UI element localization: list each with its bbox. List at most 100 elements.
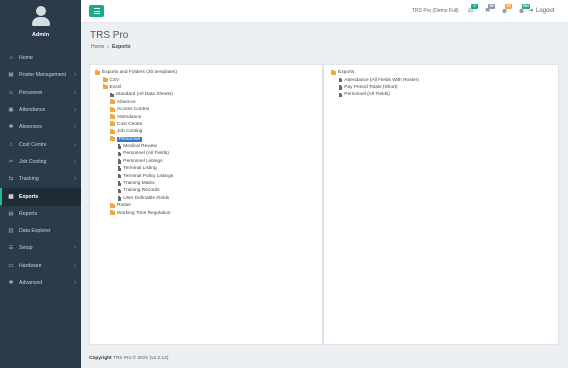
- tree-label: Attendance (All Fields With Roster): [344, 77, 419, 83]
- file-icon: [117, 173, 122, 179]
- profile-name: Admin: [31, 32, 50, 38]
- footer-text: TRS Pro © 2021 (v2.2.13): [112, 356, 169, 361]
- tree-label: Cost Centre: [117, 121, 143, 127]
- tree-item[interactable]: Personnel (All Fields): [326, 91, 558, 98]
- file-icon: [117, 181, 122, 186]
- tree-label: Excel: [109, 84, 122, 90]
- notification-badge: 35: [505, 4, 512, 9]
- chevron-left-icon: ‹: [74, 280, 76, 286]
- tree-label: CSV: [109, 77, 120, 83]
- sidebar-item-label: Attendance: [19, 107, 46, 114]
- tag-icon: ⇆: [8, 176, 14, 183]
- sidebar-item-job-costing[interactable]: ✂ Job Costing ‹: [0, 154, 81, 172]
- logout-button[interactable]: ⇥ Logout: [528, 7, 555, 15]
- home-icon: ⌂: [9, 55, 13, 62]
- tree-label: Training Records: [123, 188, 160, 194]
- tree-folder[interactable]: Excel: [90, 84, 322, 91]
- sidebar-item-label: Data Explorer: [19, 228, 51, 235]
- sidebar-item-advanced[interactable]: ✱ Advanced ‹: [0, 275, 81, 293]
- file-icon: [117, 196, 122, 201]
- exports-panel: Exports and Folders (30 templates) CSV Exc…: [89, 64, 559, 345]
- sidebar: Admin ⌂ Home ▦ Roster Management ‹ ☺ Personnel…: [0, 0, 81, 368]
- tree-label: Terminal Listing: [123, 166, 157, 172]
- tree-item[interactable]: Training Matrix: [90, 180, 322, 187]
- company-name: TRS Pro (Demo Full): [412, 8, 459, 14]
- tree-label: Terminal Policy Listings: [123, 173, 174, 179]
- tree-folder[interactable]: Job Costing: [90, 128, 322, 135]
- sidebar-nav: ⌂ Home ▦ Roster Management ‹ ☺ Personnel ‹ ▣ Atte…: [0, 50, 81, 293]
- notification-badge: 38: [488, 4, 495, 9]
- breadcrumb-separator: ›: [107, 44, 110, 50]
- tree-folder[interactable]: Roster: [90, 202, 322, 209]
- folder-icon: [102, 84, 108, 90]
- breadcrumb-home[interactable]: Home: [91, 44, 104, 50]
- tree-label: Training Matrix: [123, 181, 155, 187]
- gear-icon: ✱: [8, 280, 14, 286]
- tree-label: Medical Review: [123, 144, 157, 150]
- tree-item[interactable]: Terminal Listing: [90, 165, 322, 172]
- tree-folder[interactable]: Personnel: [90, 136, 322, 143]
- sidebar-item-label: Job Costing: [19, 158, 47, 165]
- tree-item[interactable]: Personnel Listings: [90, 158, 322, 165]
- sidebar-item-setup[interactable]: ☰ Setup ‹: [0, 240, 81, 258]
- report-icon: ▤: [8, 210, 14, 217]
- tree-label: Pay Period Totals (Short): [344, 84, 398, 90]
- file-icon: [338, 92, 343, 98]
- tree-item[interactable]: Standard (All Data Sheets): [90, 91, 322, 98]
- file-icon: [117, 159, 122, 164]
- sidebar-item-label: Reports: [19, 210, 38, 217]
- sidebar-item-cost-centre[interactable]: ⌂ Cost Centre ‹: [0, 136, 81, 154]
- sidebar-item-personnel[interactable]: ☺ Personnel ‹: [0, 85, 81, 102]
- tree-folder[interactable]: Access Control: [90, 106, 322, 113]
- sidebar-item-label: Cost Centre: [19, 141, 47, 148]
- tree-label: Personnel (All Fields): [123, 151, 169, 157]
- chevron-left-icon: ‹: [74, 89, 76, 96]
- tree-label: Working Time Regulation: [117, 210, 171, 216]
- sidebar-item-data-explorer[interactable]: ▥ Data Explorer: [0, 223, 81, 241]
- tree-item[interactable]: Attendance (All Fields With Roster): [326, 76, 558, 83]
- sidebar-item-roster-management[interactable]: ▦ Roster Management ‹: [0, 67, 81, 85]
- avatar[interactable]: [31, 6, 51, 26]
- footer-copyright: Copyright: [89, 356, 112, 361]
- tree-item[interactable]: Personnel (All Fields): [90, 150, 322, 157]
- sidebar-item-reports[interactable]: ▤ Reports: [0, 206, 81, 223]
- briefcase-icon: ▣: [8, 107, 14, 114]
- footer: Copyright TRS Pro © 2021 (v2.2.13): [89, 356, 168, 361]
- users-icon: ☺: [8, 89, 14, 96]
- sidebar-item-label: Home: [19, 55, 33, 62]
- folder-icon: [110, 202, 115, 208]
- tree-folder[interactable]: Exports: [326, 69, 558, 76]
- tree-item[interactable]: Terminal Policy Listings: [90, 172, 322, 179]
- tree-item[interactable]: User Definable Fields: [90, 195, 322, 202]
- top-bar: TRS Pro (Demo Full) ✉ 0 ⚑ 38 ☻ 35 ☻ 594 ⇥ Logou…: [81, 0, 568, 23]
- tree-label: Roster: [117, 203, 132, 209]
- sidebar-item-label: Exports: [19, 193, 39, 200]
- tree-folder[interactable]: Absence: [90, 99, 322, 106]
- sidebar-item-home[interactable]: ⌂ Home: [0, 50, 81, 68]
- folder-icon: [110, 106, 115, 112]
- sidebar-item-tracking[interactable]: ⇆ Tracking ‹: [0, 171, 81, 189]
- file-icon: [338, 85, 343, 90]
- tree-folder[interactable]: Exports and Folders (30 templates): [90, 69, 322, 76]
- sidebar-item-absences[interactable]: ✱ Absences ‹: [0, 119, 81, 137]
- logout-label: Logout: [536, 7, 555, 14]
- chevron-left-icon: ‹: [74, 72, 76, 79]
- sidebar-item-hardware[interactable]: ▭ Hardware ‹: [0, 258, 81, 275]
- file-icon: ▤: [8, 193, 14, 200]
- chevron-left-icon: ‹: [74, 262, 76, 269]
- sidebar-item-label: Setup: [19, 245, 33, 252]
- tree-item[interactable]: Training Records: [90, 187, 322, 194]
- tools-icon: ✂: [8, 158, 14, 165]
- sidebar-item-exports[interactable]: ▤ Exports: [0, 188, 81, 206]
- tree-item[interactable]: Pay Period Totals (Short): [326, 84, 558, 91]
- tree-folder[interactable]: Attendance: [90, 113, 322, 120]
- tree-item[interactable]: Medical Review: [90, 143, 322, 150]
- tree-folder[interactable]: Cost Centre: [90, 121, 322, 128]
- chevron-left-icon: ‹: [74, 176, 76, 183]
- menu-toggle-button[interactable]: [89, 5, 104, 17]
- file-icon: [338, 77, 343, 83]
- tree-folder[interactable]: CSV: [90, 76, 322, 83]
- chevron-left-icon: ‹: [74, 245, 76, 252]
- sidebar-item-attendance[interactable]: ▣ Attendance ‹: [0, 102, 81, 120]
- tree-folder[interactable]: Working Time Regulation: [90, 209, 322, 216]
